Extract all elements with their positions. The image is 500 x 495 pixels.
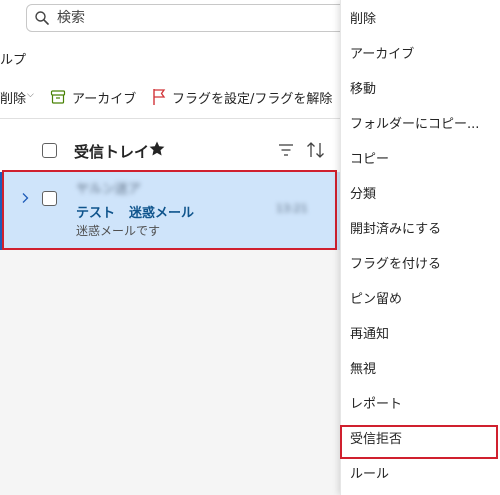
flag-icon	[153, 89, 166, 105]
menu-item-archive[interactable]: アーカイブ	[341, 37, 500, 72]
menu-item-rules[interactable]: ルール	[341, 457, 500, 492]
subject-text: テスト	[76, 206, 116, 221]
menu-item-snooze[interactable]: 再通知	[341, 317, 500, 352]
flag-button[interactable]: フラグを設定/フラグを解除	[172, 88, 332, 107]
list-header: 受信トレイ	[0, 128, 340, 172]
inbox-title: 受信トレイ	[74, 143, 150, 161]
menu-item-block[interactable]: 受信拒否	[341, 422, 500, 457]
junk-tag: 迷惑メール	[129, 206, 195, 221]
archive-button[interactable]: アーカイブ	[72, 88, 136, 107]
menu-item-copy[interactable]: コピー	[341, 142, 500, 177]
archive-icon	[50, 90, 66, 104]
context-menu: 削除 アーカイブ 移動 フォルダーにコピー... コピー 分類 開封済みにする …	[340, 0, 500, 495]
menu-item-move[interactable]: 移動	[341, 72, 500, 107]
menu-item-mark-read[interactable]: 開封済みにする	[341, 212, 500, 247]
search-box[interactable]	[26, 4, 386, 32]
filter-icon[interactable]	[278, 143, 294, 157]
search-icon	[35, 11, 49, 25]
toolbar: 削除 ⌵ アーカイブ フラグを設定/フラグを解除 ⌵	[0, 80, 340, 114]
chevron-down-icon[interactable]: ⌵	[27, 90, 34, 100]
menu-item-delete[interactable]: 削除	[341, 2, 500, 37]
menu-item-categorize[interactable]: 分類	[341, 177, 500, 212]
sender-name: ヤルン送ア	[76, 182, 141, 197]
message-checkbox[interactable]	[42, 191, 57, 206]
sort-icon[interactable]	[306, 141, 326, 159]
chevron-down-icon[interactable]: ⌵	[321, 90, 328, 100]
message-row[interactable]: ヤルン送ア テスト 迷惑メール 迷惑メールです 13:21	[0, 172, 340, 250]
search-input[interactable]	[57, 9, 357, 27]
message-time: 13:21	[276, 202, 308, 215]
message-subject: テスト 迷惑メール	[76, 202, 194, 221]
delete-button[interactable]: 削除	[0, 88, 26, 107]
star-icon[interactable]	[148, 140, 166, 158]
menu-item-flag[interactable]: フラグを付ける	[341, 247, 500, 282]
message-preview: 迷惑メールです	[76, 224, 161, 238]
menu-item-ignore[interactable]: 無視	[341, 352, 500, 387]
chevron-right-icon[interactable]	[20, 192, 30, 204]
select-all-checkbox[interactable]	[42, 143, 57, 158]
menu-item-report[interactable]: レポート	[341, 387, 500, 422]
help-tab[interactable]: ルプ	[0, 49, 26, 68]
divider	[0, 118, 340, 119]
menu-item-pin[interactable]: ピン留め	[341, 282, 500, 317]
menu-item-copy-to-folder[interactable]: フォルダーにコピー...	[341, 107, 500, 142]
